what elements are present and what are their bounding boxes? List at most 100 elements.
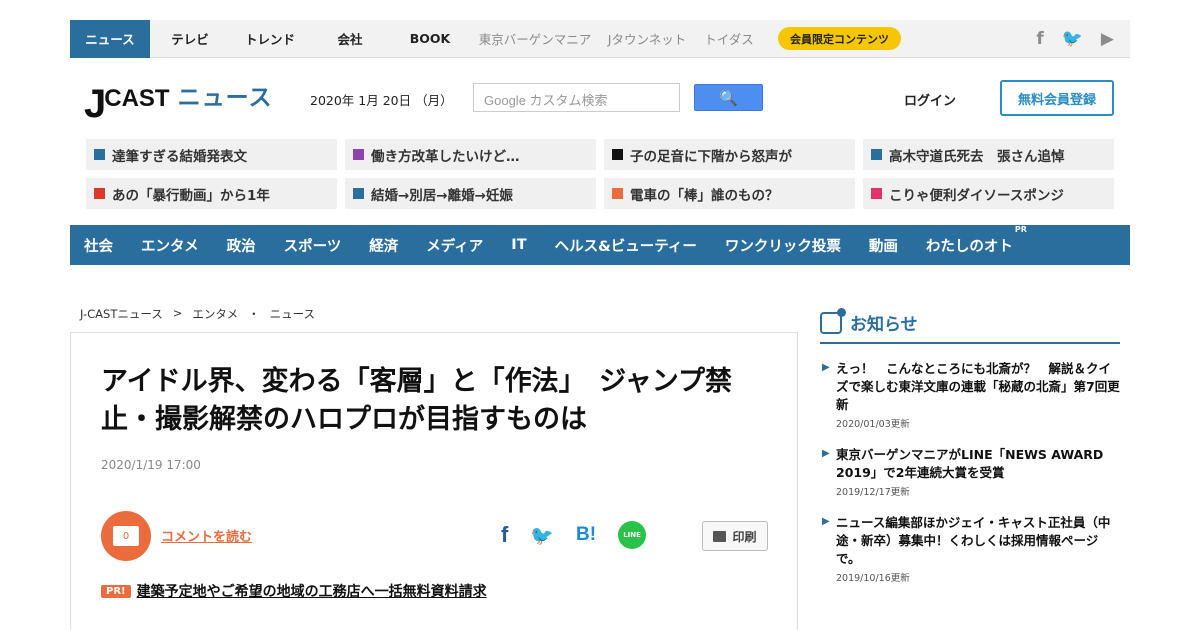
trend-tag[interactable]: 高木守道氏死去 張さん追悼 [863,139,1114,170]
register-button[interactable]: 無料会員登録 [1000,80,1114,116]
breadcrumb-separator: ・ [248,307,260,321]
login-link[interactable]: ログイン [904,90,956,109]
topnav-item-news[interactable]: ニュース [70,19,150,58]
line-share-icon[interactable]: LINE [618,521,647,549]
search-input[interactable]: Google カスタム検索 [473,83,680,112]
tag-label: 結婚→別居→離婚→妊娠 [371,187,513,204]
notices-list: ▶ えっ！ こんなところにも北斎が？ 解説＆クイズで楽しむ東洋文庫の連載「秘蔵の… [822,360,1120,600]
topnav-item-jtown[interactable]: Jタウンネット [600,20,694,58]
tag-color-square [871,188,882,199]
share-buttons: f 🐦 B! LINE [501,521,647,549]
trend-tag[interactable]: こりゃ便利ダイソースポンジ [863,178,1114,209]
cat-it[interactable]: IT [511,237,526,253]
member-content-button[interactable]: 会員限定コンテンツ [778,27,901,50]
logo-cast: CAST [104,85,170,112]
notice-date: 2019/12/17更新 [836,487,910,498]
tag-color-square [94,149,105,160]
search-icon: 🔍 [719,88,738,107]
article-pubdate: 2020/1/19 17:00 [101,458,201,472]
twitter-share-icon[interactable]: 🐦 [530,524,554,547]
tag-color-square [612,188,623,199]
breadcrumb-home[interactable]: J-CASTニュース [80,306,163,322]
cat-health-beauty[interactable]: ヘルス&ビューティー [555,235,697,256]
facebook-icon[interactable]: f [1036,29,1043,49]
print-label: 印刷 [732,529,757,544]
pr-superscript: PR [1014,224,1027,234]
article-card: アイドル界、変わる「客層」と「作法」 ジャンプ禁止・撮影解禁のハロプロが目指すも… [70,332,798,630]
breadcrumb-separator: > [172,306,183,320]
tag-color-square [353,188,364,199]
pr-badge: PR! [101,584,131,598]
breadcrumb-news[interactable]: ニュース [270,306,315,322]
top-nav: ニュース テレビ トレンド 会社 BOOK 東京バーゲンマニア Jタウンネット … [70,19,1130,58]
notice-date: 2019/10/16更新 [836,573,910,584]
notices-title: お知らせ [850,315,918,335]
category-nav: 社会 エンタメ 政治 スポーツ 経済 メディア IT ヘルス&ビューティー ワン… [70,225,1130,265]
hatena-bookmark-icon[interactable]: B! [576,524,596,546]
tag-color-square [871,149,882,160]
notice-item[interactable]: ▶ ニュース編集部ほかジェイ・キャスト正社員（中途・新卒）募集中！くわしくは採用… [822,514,1120,584]
cat-entertainment[interactable]: エンタメ [141,235,199,256]
triangle-right-icon: ▶ [822,448,830,459]
tag-color-square [353,149,364,160]
notice-text: 東京バーゲンマニアがLINE「NEWS AWARD 2019」で2年連続大賞を受… [836,447,1104,480]
notice-item[interactable]: ▶ 東京バーゲンマニアがLINE「NEWS AWARD 2019」で2年連続大賞… [822,446,1120,498]
triangle-right-icon: ▶ [822,362,830,373]
youtube-icon[interactable]: ▶ [1101,29,1114,49]
trend-tag[interactable]: あの「暴行動画」から1年 [86,178,337,209]
topnav-item-bargain-mania[interactable]: 東京バーゲンマニア [470,20,600,58]
comment-badge[interactable]: 0 [101,511,151,561]
cat-politics[interactable]: 政治 [227,235,256,256]
notice-text: ニュース編集部ほかジェイ・キャスト正社員（中途・新卒）募集中！くわしくは採用情報… [836,515,1111,566]
trend-tags: 達筆すぎる結婚発表文 働き方改革したいけど… 子の足音に下階から怒声が 高木守道… [86,139,1114,209]
read-comments-link[interactable]: コメントを読む [161,526,252,545]
tag-label: 達筆すぎる結婚発表文 [112,148,247,165]
tag-label: こりゃ便利ダイソースポンジ [889,187,1064,204]
breadcrumb: J-CASTニュース > エンタメ ・ ニュース [80,306,315,322]
notice-item[interactable]: ▶ えっ！ こんなところにも北斎が？ 解説＆クイズで楽しむ東洋文庫の連載「秘蔵の… [822,360,1120,430]
tag-label: 電車の「棒」誰のもの？ [630,187,779,204]
notice-date: 2020/01/03更新 [836,419,910,430]
tag-label: あの「暴行動画」から1年 [112,187,270,204]
notices-header: お知らせ [820,308,1120,344]
pr-link[interactable]: 建築予定地やご希望の地域の工務店へ一括無料資料請求 [137,581,487,601]
trend-tag[interactable]: 働き方改革したいけど… [345,139,596,170]
tag-label: 高木守道氏死去 張さん追悼 [889,148,1065,165]
facebook-share-icon[interactable]: f [501,522,508,548]
comment-count: 0 [113,526,139,546]
trend-tag[interactable]: 子の足音に下階から怒声が [604,139,855,170]
cat-watashi-no-oto[interactable]: わたしのオト PR [925,225,1027,256]
site-logo[interactable]: J CAST ニュース [84,78,273,126]
trend-tag[interactable]: 達筆すぎる結婚発表文 [86,139,337,170]
tag-color-square [612,149,623,160]
cat-label: わたしのオト [925,238,1013,255]
cat-sports[interactable]: スポーツ [284,235,342,256]
social-links: f 🐦 ▶ [1036,29,1130,49]
logo-news: ニュース [177,85,273,111]
topnav-item-book[interactable]: BOOK [390,20,470,58]
article-headline: アイドル界、変わる「客層」と「作法」 ジャンプ禁止・撮影解禁のハロプロが目指すも… [101,366,732,435]
notice-icon [820,308,846,334]
triangle-right-icon: ▶ [822,516,830,527]
cat-economy[interactable]: 経済 [369,235,398,256]
topnav-item-trend[interactable]: トレンド [230,20,310,58]
topnav-item-tv[interactable]: テレビ [150,20,230,58]
printer-icon [713,530,727,542]
tag-label: 子の足音に下階から怒声が [630,148,792,165]
logo-j: J [84,82,107,126]
search-button[interactable]: 🔍 [694,84,763,111]
cat-society[interactable]: 社会 [84,235,113,256]
cat-media[interactable]: メディア [426,235,483,256]
topnav-item-company[interactable]: 会社 [310,20,390,58]
topnav-item-toidas[interactable]: トイダス [694,20,764,58]
trend-tag[interactable]: 結婚→別居→離婚→妊娠 [345,178,596,209]
trend-tag[interactable]: 電車の「棒」誰のもの？ [604,178,855,209]
tag-color-square [94,188,105,199]
cat-video[interactable]: 動画 [869,235,898,256]
cat-one-click-vote[interactable]: ワンクリック投票 [725,235,841,256]
print-button[interactable]: 印刷 [702,521,768,551]
current-date: 2020年 1月 20日 （月） [310,93,453,108]
notice-text: えっ！ こんなところにも北斎が？ 解説＆クイズで楽しむ東洋文庫の連載「秘蔵の北斎… [836,361,1120,412]
twitter-icon[interactable]: 🐦 [1062,29,1083,49]
breadcrumb-entertainment[interactable]: エンタメ [192,306,238,322]
